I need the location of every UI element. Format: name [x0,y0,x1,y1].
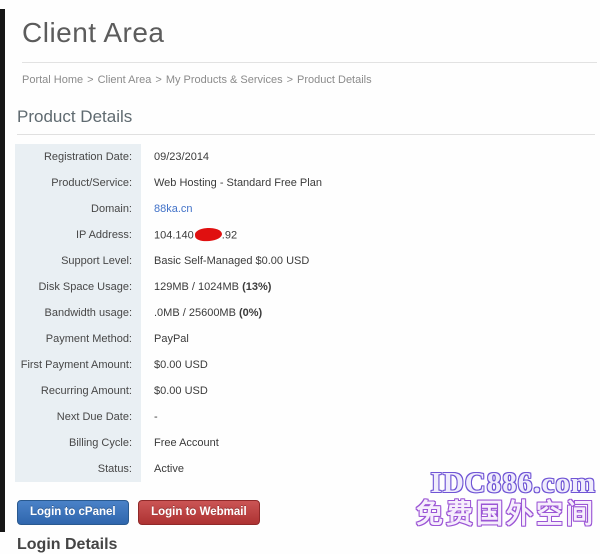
breadcrumb-separator: > [287,74,293,86]
row-value: 104.140 .92 [141,228,237,243]
value-text: Free Account [154,437,219,449]
row-label: Billing Cycle: [15,430,141,456]
value-text: .0MB / 25600MB [154,307,239,319]
table-row: Disk Space Usage:129MB / 1024MB (13%) [15,274,575,300]
domain-link[interactable]: 88ka.cn [154,203,193,215]
table-row: First Payment Amount: $0.00 USD [15,352,575,378]
row-value: $0.00 USD [141,359,208,371]
row-value: - [141,411,158,423]
table-row: IP Address: 104.140 .92 [15,222,575,248]
row-value: PayPal [141,333,189,345]
row-value: $0.00 USD [141,385,208,397]
page-content: Client Area Portal Home>Client Area>My P… [6,0,600,554]
value-text: $0.00 USD [154,359,208,371]
value-text: 09/23/2014 [154,151,209,163]
button-row: Login to cPanel Login to Webmail [17,500,600,525]
row-label: Next Due Date: [15,404,141,430]
breadcrumb-separator: > [155,74,161,86]
left-border-strip [0,9,5,532]
login-to-webmail-button[interactable]: Login to Webmail [138,500,260,525]
row-label: First Payment Amount: [15,352,141,378]
row-label: Registration Date: [15,144,141,170]
row-value: Basic Self-Managed $0.00 USD [141,255,309,267]
breadcrumb-link[interactable]: Client Area [98,74,152,86]
value-text: 104.140 [154,229,194,241]
row-label: Domain: [15,196,141,222]
row-value: Web Hosting - Standard Free Plan [141,177,322,189]
value-text: PayPal [154,333,189,345]
table-row: Status: Active [15,456,575,482]
row-label: Bandwidth usage: [15,300,141,326]
row-label: Product/Service: [15,170,141,196]
product-details-table: Registration Date: 09/23/2014 Product/Serv… [15,144,575,482]
row-value: 88ka.cn [141,203,193,215]
login-to-cpanel-button[interactable]: Login to cPanel [17,500,129,525]
value-text: Web Hosting - Standard Free Plan [154,177,322,189]
row-label: Payment Method: [15,326,141,352]
table-row: Registration Date: 09/23/2014 [15,144,575,170]
breadcrumb-link[interactable]: Portal Home [22,74,83,86]
row-value: 09/23/2014 [141,151,209,163]
row-value: 129MB / 1024MB (13%) [141,281,271,293]
value-text: 129MB / 1024MB [154,281,242,293]
row-value: Free Account [141,437,219,449]
breadcrumb-separator: > [87,74,93,86]
row-label: Support Level: [15,248,141,274]
value-text: $0.00 USD [154,385,208,397]
table-row: Bandwidth usage:.0MB / 25600MB (0%) [15,300,575,326]
value-text: (0%) [239,307,262,319]
row-value: Active [141,463,184,475]
value-text: (13%) [242,281,271,293]
table-row: Payment Method: PayPal [15,326,575,352]
section-title-product-details: Product Details [17,107,595,135]
breadcrumb-current: Product Details [297,74,372,86]
table-row: Recurring Amount: $0.00 USD [15,378,575,404]
row-label: Recurring Amount: [15,378,141,404]
table-row: Product/Service: Web Hosting - Standard F… [15,170,575,196]
value-text: Basic Self-Managed $0.00 USD [154,255,309,267]
table-row: Next Due Date: - [15,404,575,430]
breadcrumb: Portal Home>Client Area>My Products & Se… [22,74,600,86]
value-text: Active [154,463,184,475]
row-label: Disk Space Usage: [15,274,141,300]
table-row: Support Level: Basic Self-Managed $0.00 U… [15,248,575,274]
table-row: Billing Cycle: Free Account [15,430,575,456]
table-row: Domain: 88ka.cn [15,196,575,222]
redaction-mark [194,227,222,242]
header-divider [22,62,597,63]
row-value: .0MB / 25600MB (0%) [141,307,262,319]
page-title: Client Area [22,17,600,49]
section-title-login-details: Login Details [17,536,600,554]
value-text: .92 [222,229,237,241]
value-text: - [154,411,158,423]
breadcrumb-link[interactable]: My Products & Services [166,74,283,86]
row-label: Status: [15,456,141,482]
row-label: IP Address: [15,222,141,248]
